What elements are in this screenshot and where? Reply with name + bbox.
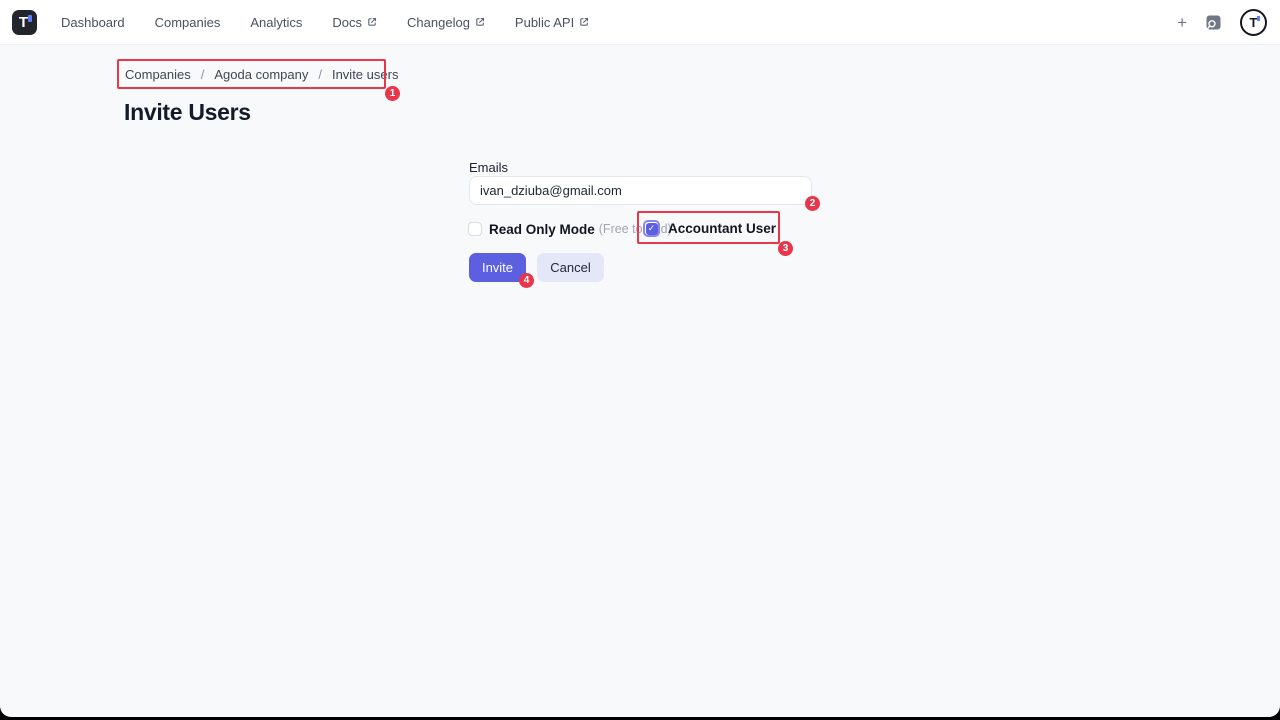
nav-item-label: Dashboard <box>61 15 125 30</box>
breadcrumb-agoda-company[interactable]: Agoda company <box>214 67 308 82</box>
avatar-logo-letter: T <box>1250 16 1258 29</box>
annotation-badge-1: 1 <box>385 86 400 101</box>
external-link-icon <box>579 17 589 27</box>
annotation-badge-3: 3 <box>778 241 793 256</box>
breadcrumb: Companies / Agoda company / Invite users <box>125 67 398 82</box>
nav-links: Dashboard Companies Analytics Docs Chang… <box>61 15 589 30</box>
add-button[interactable]: + <box>1177 14 1187 31</box>
nav-item-label: Companies <box>155 15 221 30</box>
breadcrumb-companies[interactable]: Companies <box>125 67 191 82</box>
nav-item-changelog[interactable]: Changelog <box>407 15 485 30</box>
nav-item-label: Analytics <box>250 15 302 30</box>
nav-item-label: Changelog <box>407 15 470 30</box>
accountant-user-row: ✓ Accountant User <box>643 220 780 237</box>
accountant-label: Accountant User <box>668 221 776 236</box>
logo-accent-mark <box>28 15 32 22</box>
logo-letter: T <box>19 15 28 30</box>
checkmark-icon: ✓ <box>648 224 656 233</box>
nav-item-label: Docs <box>332 15 362 30</box>
emails-input[interactable] <box>469 176 812 205</box>
avatar-accent-mark <box>1257 16 1260 21</box>
nav-item-analytics[interactable]: Analytics <box>250 15 302 30</box>
external-link-icon <box>475 17 485 27</box>
accountant-checkbox[interactable]: ✓ <box>643 220 660 237</box>
page-search-icon[interactable] <box>1204 13 1223 32</box>
nav-item-dashboard[interactable]: Dashboard <box>61 15 125 30</box>
nav-item-label: Public API <box>515 15 574 30</box>
breadcrumb-invite-users[interactable]: Invite users <box>332 67 398 82</box>
emails-label: Emails <box>469 160 508 175</box>
read-only-mode-row: Read Only Mode (Free to Add) <box>468 220 672 238</box>
checkbox-checked-mark: ✓ <box>646 223 658 235</box>
nav-item-docs[interactable]: Docs <box>332 15 377 30</box>
read-only-checkbox[interactable] <box>468 222 482 236</box>
app-window: T Dashboard Companies Analytics Docs Cha… <box>0 0 1280 717</box>
external-link-icon <box>367 17 377 27</box>
app-logo[interactable]: T <box>12 10 37 35</box>
top-navigation-bar: T Dashboard Companies Analytics Docs Cha… <box>0 0 1280 45</box>
invite-button[interactable]: Invite <box>469 253 526 282</box>
read-only-label: Read Only Mode <box>489 222 595 237</box>
nav-item-companies[interactable]: Companies <box>155 15 221 30</box>
page-title: Invite Users <box>124 99 251 126</box>
breadcrumb-separator: / <box>318 67 322 82</box>
breadcrumb-separator: / <box>201 67 205 82</box>
nav-right-actions: + T <box>1177 9 1280 36</box>
cancel-button[interactable]: Cancel <box>537 253 604 282</box>
nav-item-public-api[interactable]: Public API <box>515 15 589 30</box>
user-avatar[interactable]: T <box>1240 9 1267 36</box>
